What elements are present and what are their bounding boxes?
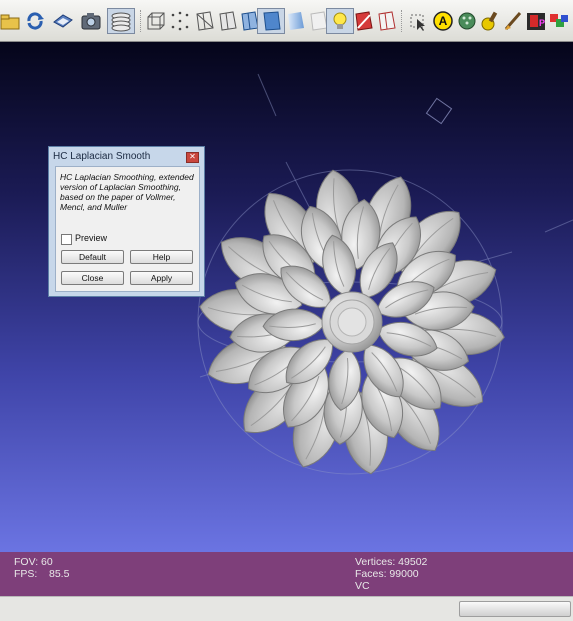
viewport-marker	[425, 97, 453, 125]
reload-icon[interactable]	[24, 10, 46, 32]
annotation-a-icon[interactable]: A	[432, 10, 454, 32]
hc-laplacian-smooth-dialog: HC Laplacian Smooth ✕ HC Laplacian Smoot…	[48, 146, 205, 297]
open-folder-icon[interactable]	[0, 10, 22, 32]
mesh-render	[197, 73, 573, 475]
toolbar-separator	[140, 10, 141, 32]
viewport-info-bar: FOV: 60 FPS: 85.5 Vertices: 49502 Faces:…	[0, 552, 573, 596]
horizontal-scrollbar[interactable]	[459, 601, 571, 617]
faces-readout: Faces: 99000	[355, 568, 419, 580]
preview-checkbox[interactable]	[61, 234, 72, 245]
backface-icon[interactable]	[352, 10, 374, 32]
layers-color-icon[interactable]	[548, 10, 570, 32]
smooth-shading-icon[interactable]	[284, 10, 306, 32]
bottom-panel	[0, 596, 573, 621]
filter-description: HC Laplacian Smoothing, extended version…	[60, 172, 194, 212]
brush-icon[interactable]	[502, 10, 524, 32]
bbox-icon[interactable]	[145, 10, 167, 32]
save-icon[interactable]	[52, 10, 74, 32]
points-icon[interactable]	[169, 10, 191, 32]
vertices-readout: Vertices: 49502	[355, 556, 428, 568]
flat-shading-icon[interactable]	[257, 8, 285, 34]
3d-viewport[interactable]	[0, 42, 573, 552]
preview-label: Preview	[75, 233, 108, 243]
apply-button[interactable]: Apply	[130, 271, 193, 285]
vc-readout: VC	[355, 580, 370, 592]
toolbar-separator	[401, 10, 402, 32]
svg-text:P: P	[539, 18, 545, 28]
svg-text:A: A	[439, 14, 448, 28]
close-icon[interactable]: ✕	[186, 152, 199, 163]
color-picker-icon[interactable]: P	[525, 10, 547, 32]
close-button[interactable]: Close	[61, 271, 124, 285]
fov-readout: FOV: 60	[14, 556, 53, 568]
default-button[interactable]: Default	[61, 250, 124, 264]
flower-center	[321, 291, 383, 353]
measure-icon[interactable]	[456, 10, 478, 32]
main-toolbar: A P	[0, 0, 573, 42]
light-bulb-icon[interactable]	[326, 8, 354, 34]
dialog-body: HC Laplacian Smoothing, extended version…	[55, 166, 200, 292]
paint-icon[interactable]	[479, 10, 501, 32]
double-side-icon[interactable]	[375, 10, 397, 32]
hidden-lines-icon[interactable]	[216, 10, 238, 32]
fps-readout: FPS: 85.5	[14, 568, 70, 580]
snapshot-camera-icon[interactable]	[80, 10, 102, 32]
dialog-title: HC Laplacian Smooth	[53, 151, 151, 162]
help-button[interactable]: Help	[130, 250, 193, 264]
layers-icon[interactable]	[107, 8, 135, 34]
wireframe-icon[interactable]	[193, 10, 215, 32]
select-icon[interactable]	[406, 10, 428, 32]
